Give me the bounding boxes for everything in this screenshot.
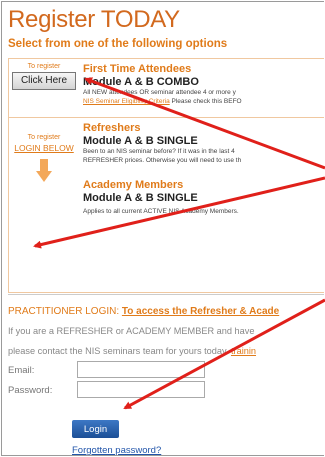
options-divider (9, 117, 324, 118)
login-below-link[interactable]: LOGIN BELOW (9, 143, 79, 153)
first-time-register-label: To register (27, 63, 61, 70)
first-time-register-column: To register Click Here (9, 63, 79, 90)
academy-section: Academy Members Module A & B SINGLE Appl… (83, 179, 324, 216)
practitioner-login-heading: PRACTITIONER LOGIN: To access the Refres… (8, 306, 279, 317)
refreshers-section: Refreshers Module A & B SINGLE Been to a… (83, 122, 324, 165)
email-field[interactable] (77, 361, 205, 378)
refreshers-desc-line2: REFRESHER prices. Otherwise you will nee… (83, 157, 242, 164)
refresher-access-link[interactable]: To access the Refresher & Acade (122, 306, 279, 317)
login-info-line2-text: please contact the NIS seminars team for… (8, 346, 231, 356)
registration-options-panel: To register Click Here First Time Attend… (8, 58, 324, 293)
first-time-desc-mid: attendees OR seminar attendee 4 or more … (109, 89, 236, 96)
password-field[interactable] (77, 381, 205, 398)
first-time-section: First Time Attendees Module A & B COMBO … (83, 63, 324, 106)
refreshers-module: Module A & B SINGLE (83, 135, 198, 147)
section-divider (8, 294, 324, 295)
first-time-desc-end: Please check this BEFO (169, 98, 242, 105)
first-time-module: Module A & B COMBO (83, 76, 199, 88)
down-arrow-icon (36, 159, 52, 183)
click-here-button[interactable]: Click Here (12, 72, 76, 90)
login-info-line1: If you are a REFRESHER or ACADEMY MEMBER… (8, 326, 255, 336)
page-subtitle: Select from one of the following options (8, 38, 228, 50)
email-label: Email: (8, 365, 35, 376)
academy-module: Module A & B SINGLE (83, 192, 198, 204)
refreshers-desc-line1: Been to an NIS seminar before? If it was… (83, 148, 235, 155)
login-button[interactable]: Login (72, 420, 119, 438)
practitioner-login-label: PRACTITIONER LOGIN: (8, 306, 122, 317)
forgotten-password-link[interactable]: Forgotten password? (72, 445, 161, 455)
academy-description: Applies to all current ACTIVE NIS Academ… (83, 208, 239, 215)
academy-title: Academy Members (83, 179, 184, 191)
first-time-description: All NEW attendees OR seminar attendee 4 … (83, 88, 324, 97)
first-time-eligibility-line: NIS Seminar Eligibility Criteria Please … (83, 97, 324, 106)
eligibility-criteria-link[interactable]: NIS Seminar Eligibility Criteria (83, 98, 170, 105)
refreshers-title: Refreshers (83, 122, 141, 134)
page-frame: Register TODAY Select from one of the fo… (1, 1, 324, 456)
first-time-title: First Time Attendees (83, 63, 192, 75)
refreshers-register-label: To register (27, 134, 61, 141)
password-label: Password: (8, 385, 53, 396)
page-title: Register TODAY (8, 6, 180, 33)
first-time-desc-start: All NEW (83, 89, 109, 96)
login-info-line2: please contact the NIS seminars team for… (8, 346, 256, 356)
refreshers-register-column: To register LOGIN BELOW (9, 134, 79, 183)
training-link[interactable]: trainin (231, 346, 256, 356)
